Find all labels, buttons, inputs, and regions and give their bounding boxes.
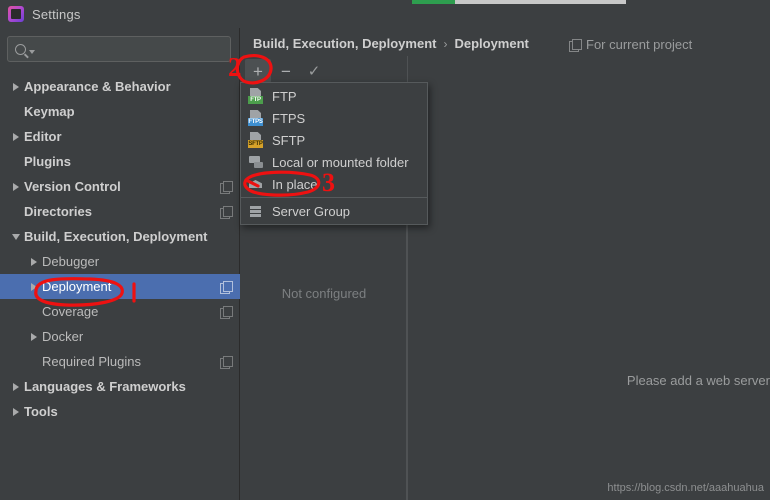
sidebar-item-label: Editor [24, 129, 62, 144]
chevron-down-icon[interactable] [8, 233, 24, 240]
sidebar-item-coverage[interactable]: Coverage [0, 299, 240, 324]
remove-server-button[interactable]: − [273, 59, 299, 83]
copy-scope-icon [220, 205, 233, 219]
sidebar-item-appearance-behavior[interactable]: Appearance & Behavior [0, 74, 240, 99]
chevron-right-icon[interactable] [8, 182, 24, 191]
menu-item-label: FTPS [272, 110, 306, 126]
menu-item-sftp[interactable]: SFTP [241, 129, 427, 151]
sidebar-item-debugger[interactable]: Debugger [0, 249, 240, 274]
breadcrumb: Build, Execution, Deployment › Deploymen… [253, 36, 529, 51]
breadcrumb-parent[interactable]: Build, Execution, Deployment [253, 36, 436, 51]
scope-indicator: For current project [569, 37, 692, 52]
sidebar-item-keymap[interactable]: Keymap [0, 99, 240, 124]
sidebar-item-label: Languages & Frameworks [24, 379, 186, 394]
menu-item-label: In place [272, 176, 318, 192]
settings-tree: Appearance & Behavior Keymap Editor Plugins… [0, 74, 240, 424]
local-folder-icon [248, 154, 264, 170]
use-as-default-button[interactable]: ✓ [301, 59, 327, 83]
detail-empty-message: Please add a web server [626, 373, 770, 388]
menu-item-label: FTP [272, 88, 297, 104]
breadcrumb-current: Deployment [454, 36, 529, 51]
progress-bar-track [412, 0, 626, 4]
progress-bar-fill [412, 0, 455, 4]
title-bar: Settings [0, 0, 240, 28]
menu-item-label: Server Group [272, 203, 351, 219]
sidebar-item-label: Directories [24, 204, 92, 219]
scope-label: For current project [586, 37, 693, 52]
add-server-popup-menu[interactable]: FTP FTPS SFTP Local or mounted folder In pla… [240, 82, 428, 225]
sidebar-item-deployment[interactable]: Deployment [0, 274, 240, 299]
settings-dialog: Settings Appearance & Behavior Keymap Edit… [0, 0, 770, 500]
sidebar-item-editor[interactable]: Editor [0, 124, 240, 149]
menu-item-local-or-mounted-folder[interactable]: Local or mounted folder [241, 151, 427, 173]
server-group-icon [248, 203, 264, 219]
menu-item-label: Local or mounted folder [272, 154, 409, 170]
sidebar-item-languages-frameworks[interactable]: Languages & Frameworks [0, 374, 240, 399]
sidebar-item-label: Keymap [24, 104, 75, 119]
server-list-empty-text: Not configured [281, 286, 367, 301]
copy-scope-icon [220, 180, 233, 194]
watermark-text: https://blog.csdn.net/aaahuahua [607, 482, 764, 494]
settings-sidebar: Appearance & Behavior Keymap Editor Plugins… [0, 28, 240, 500]
menu-item-server-group[interactable]: Server Group [241, 200, 427, 222]
sidebar-item-label: Coverage [42, 304, 99, 319]
sidebar-item-label: Build, Execution, Deployment [24, 229, 208, 244]
copy-scope-icon [220, 355, 233, 369]
page-title: Settings [32, 6, 81, 22]
copy-scope-icon [569, 38, 582, 52]
sidebar-item-label: Appearance & Behavior [24, 79, 171, 94]
sidebar-item-label: Tools [24, 404, 58, 419]
search-field[interactable] [7, 36, 231, 62]
sidebar-item-build-execution-deployment[interactable]: Build, Execution, Deployment [0, 224, 240, 249]
search-input[interactable] [38, 42, 230, 56]
sidebar-item-docker[interactable]: Docker [0, 324, 240, 349]
menu-separator [241, 197, 427, 198]
sidebar-item-version-control[interactable]: Version Control [0, 174, 240, 199]
chevron-right-icon[interactable] [8, 407, 24, 416]
ftp-icon [248, 88, 264, 104]
menu-item-label: SFTP [272, 132, 306, 148]
menu-item-ftp[interactable]: FTP [241, 85, 427, 107]
menu-item-in-place[interactable]: In place [241, 173, 427, 195]
sidebar-item-label: Required Plugins [42, 354, 142, 369]
sidebar-item-label: Version Control [24, 179, 121, 194]
sidebar-item-plugins[interactable]: Plugins [0, 149, 240, 174]
sidebar-item-label: Debugger [42, 254, 100, 269]
ftps-icon [248, 110, 264, 126]
deployment-toolbar: + − ✓ [241, 58, 407, 84]
breadcrumb-separator-icon: › [443, 36, 448, 51]
chevron-right-icon[interactable] [8, 382, 24, 391]
chevron-down-icon[interactable] [29, 49, 35, 54]
sidebar-item-required-plugins[interactable]: Required Plugins [0, 349, 240, 374]
chevron-right-icon[interactable] [8, 132, 24, 141]
pycharm-logo-icon [8, 6, 24, 22]
add-server-button[interactable]: + [245, 59, 271, 83]
sidebar-item-label: Deployment [42, 279, 112, 294]
menu-item-ftps[interactable]: FTPS [241, 107, 427, 129]
chevron-right-icon[interactable] [26, 282, 42, 291]
in-place-icon [248, 176, 264, 192]
chevron-right-icon[interactable] [26, 332, 42, 341]
chevron-right-icon[interactable] [8, 82, 24, 91]
chevron-right-icon[interactable] [26, 257, 42, 266]
sidebar-item-directories[interactable]: Directories [0, 199, 240, 224]
sftp-icon [248, 132, 264, 148]
copy-scope-icon [220, 280, 233, 294]
sidebar-item-label: Docker [42, 329, 84, 344]
copy-scope-icon [220, 305, 233, 319]
sidebar-item-tools[interactable]: Tools [0, 399, 240, 424]
search-icon [15, 43, 26, 55]
sidebar-item-label: Plugins [24, 154, 71, 169]
